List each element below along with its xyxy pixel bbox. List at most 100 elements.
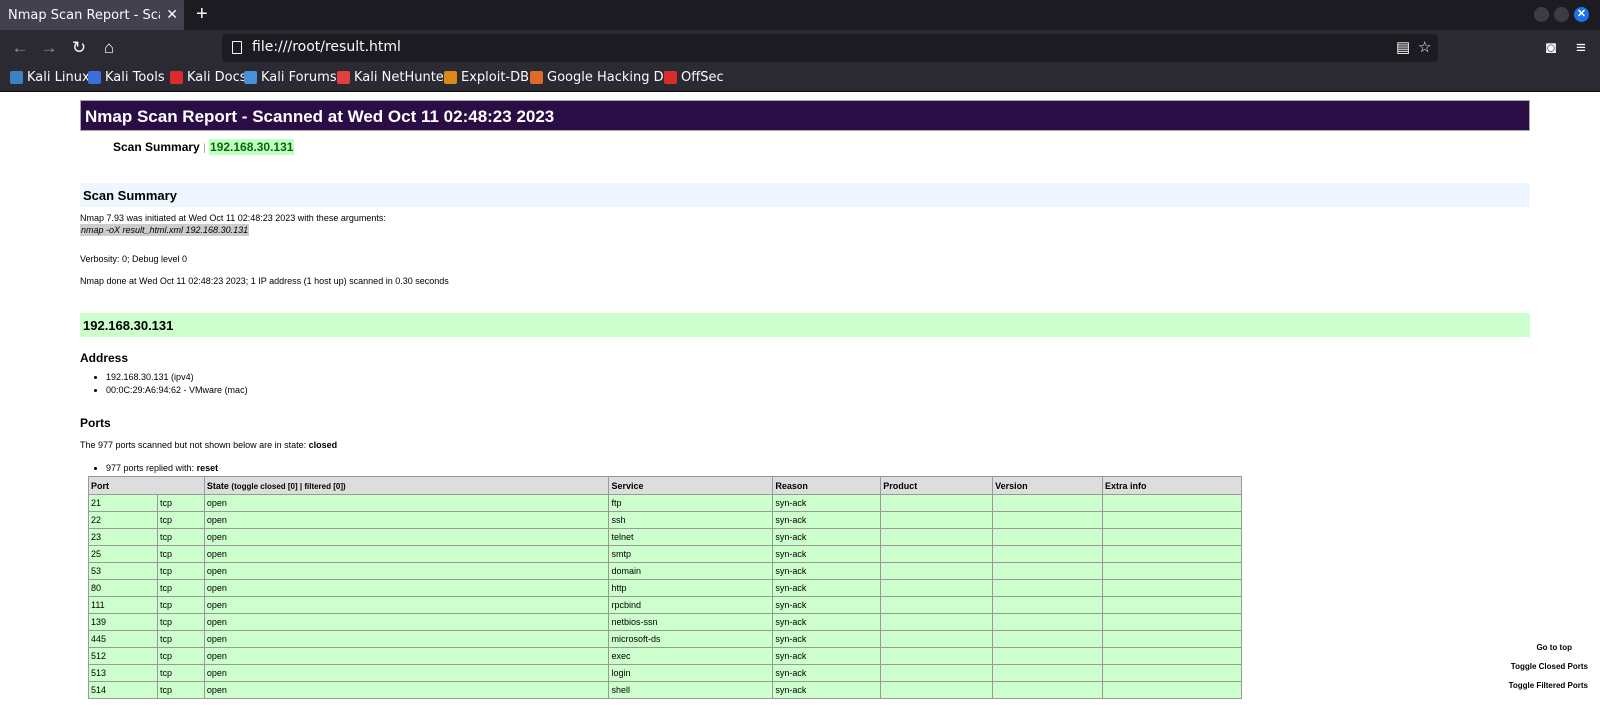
reader-view-icon[interactable]: ▤	[1396, 38, 1410, 58]
toggle-links[interactable]: (toggle closed [0] | filtered [0])	[231, 482, 345, 491]
reason-cell: syn-ack	[772, 511, 882, 529]
table-row: 21 tcp open ftp syn-ack	[88, 494, 1242, 512]
top-menu: Scan Summary | 192.168.30.131	[113, 139, 295, 155]
extra-info-cell	[1102, 528, 1242, 546]
table-row: 513 tcp open login syn-ack	[88, 664, 1242, 682]
bookmark-offsec[interactable]: OffSec	[664, 70, 724, 85]
state-cell: open	[203, 630, 610, 648]
extra-info-cell	[1102, 494, 1242, 512]
new-tab-button[interactable]: +	[196, 3, 208, 25]
state-cell: open	[203, 613, 610, 631]
pocket-icon[interactable]: ◙	[1540, 37, 1562, 59]
table-row: 512 tcp open exec syn-ack	[88, 647, 1242, 665]
bookmark-star-icon[interactable]: ☆	[1418, 38, 1431, 58]
toggle-filtered-ports-link[interactable]: Toggle Filtered Ports	[1509, 681, 1588, 690]
protocol-cell: tcp	[156, 494, 205, 512]
window-close-button[interactable]: ✕	[1574, 7, 1589, 22]
service-cell: http	[608, 579, 774, 597]
version-cell	[992, 494, 1104, 512]
reason-cell: syn-ack	[772, 579, 882, 597]
forward-button[interactable]: →	[38, 37, 60, 59]
service-cell: smtp	[608, 545, 774, 563]
bookmark-exploit-db[interactable]: Exploit-DB	[444, 70, 529, 85]
reason-cell: syn-ack	[772, 494, 882, 512]
reason-cell: syn-ack	[772, 647, 882, 665]
bookmark-label: OffSec	[681, 70, 724, 85]
col-state-label: State	[206, 480, 229, 491]
ports-closed-label: The 977 ports scanned but not shown belo…	[80, 440, 309, 450]
close-tab-icon[interactable]: ✕	[166, 5, 178, 23]
home-button[interactable]: ⌂	[98, 37, 120, 59]
version-cell	[992, 528, 1104, 546]
product-cell	[880, 613, 994, 631]
address-item: 192.168.30.131 (ipv4)	[106, 371, 248, 384]
maximize-button[interactable]	[1554, 7, 1569, 22]
reload-button[interactable]: ↻	[68, 37, 90, 59]
reason-cell: syn-ack	[772, 681, 882, 699]
summary-initiated-text: Nmap 7.93 was initiated at Wed Oct 11 02…	[80, 213, 386, 223]
ports-closed-text: The 977 ports scanned but not shown belo…	[80, 440, 337, 450]
reason-cell: syn-ack	[772, 664, 882, 682]
state-cell: open	[203, 664, 610, 682]
menu-host-link[interactable]: 192.168.30.131	[209, 139, 295, 155]
port-cell: 111	[88, 596, 158, 614]
done-text: Nmap done at Wed Oct 11 02:48:23 2023; 1…	[80, 276, 449, 286]
product-cell	[880, 511, 994, 529]
protocol-cell: tcp	[156, 596, 205, 614]
table-row: 111 tcp open rpcbind syn-ack	[88, 596, 1242, 614]
browser-tab[interactable]: Nmap Scan Report - Scanned at Wed Oct 11…	[0, 0, 184, 30]
col-reason: Reason	[772, 476, 882, 495]
extra-info-cell	[1102, 511, 1242, 529]
version-cell	[992, 545, 1104, 563]
bookmark-kali-tools[interactable]: Kali Tools	[88, 70, 165, 85]
bookmark-kali-nethunter[interactable]: Kali NetHunter	[337, 70, 449, 85]
service-cell: microsoft-ds	[608, 630, 774, 648]
table-row: 445 tcp open microsoft-ds syn-ack	[88, 630, 1242, 648]
url-bar[interactable]: file:///root/result.html ▤ ☆	[222, 34, 1438, 62]
toggle-closed-ports-link[interactable]: Toggle Closed Ports	[1511, 662, 1588, 671]
reason-cell: syn-ack	[772, 528, 882, 546]
state-cell: open	[203, 511, 610, 529]
page-content: Nmap Scan Report - Scanned at Wed Oct 11…	[0, 92, 1600, 705]
bookmark-kali-forums[interactable]: Kali Forums	[244, 70, 337, 85]
port-cell: 21	[88, 494, 158, 512]
replied-reason: reset	[196, 463, 219, 473]
bookmark-kali-linux[interactable]: Kali Linux	[10, 70, 90, 85]
table-row: 514 tcp open shell syn-ack	[88, 681, 1242, 699]
go-to-top-link[interactable]: Go to top	[1536, 643, 1572, 652]
version-cell	[992, 579, 1104, 597]
extra-info-cell	[1102, 545, 1242, 563]
summary-arguments: nmap -oX result_html.xml 192.168.30.131	[80, 224, 250, 236]
col-state: State (toggle closed [0] | filtered [0])	[203, 476, 610, 495]
extra-info-cell	[1102, 596, 1242, 614]
product-cell	[880, 647, 994, 665]
state-cell: open	[203, 545, 610, 563]
reason-cell: syn-ack	[772, 630, 882, 648]
bookmark-label: Kali NetHunter	[354, 70, 450, 85]
state-cell: open	[203, 596, 610, 614]
tab-bar: Nmap Scan Report - Scanned at Wed Oct 11…	[0, 0, 1600, 30]
kali-docs-icon	[170, 71, 183, 84]
menu-icon[interactable]: ≡	[1570, 37, 1592, 59]
bookmark-label: Kali Forums	[261, 70, 337, 85]
ports-table: Port State (toggle closed [0] | filtered…	[88, 476, 1242, 699]
bookmark-google-hacking-db[interactable]: Google Hacking DB	[530, 70, 673, 85]
extra-info-cell	[1102, 647, 1242, 665]
back-button[interactable]: ←	[9, 37, 31, 59]
url-text[interactable]: file:///root/result.html	[252, 39, 401, 55]
menu-scan-summary-link[interactable]: Scan Summary	[113, 140, 200, 154]
version-cell	[992, 681, 1104, 699]
service-cell: netbios-ssn	[608, 613, 774, 631]
version-cell	[992, 613, 1104, 631]
port-cell: 514	[88, 681, 158, 699]
service-cell: ftp	[608, 494, 774, 512]
minimize-button[interactable]	[1534, 7, 1549, 22]
bookmark-kali-docs[interactable]: Kali Docs	[170, 70, 247, 85]
product-cell	[880, 545, 994, 563]
protocol-cell: tcp	[156, 613, 205, 631]
kali-dragon-icon	[10, 71, 23, 84]
address-heading: Address	[80, 351, 129, 365]
port-cell: 25	[88, 545, 158, 563]
col-extra-info: Extra info	[1102, 476, 1242, 495]
bookmark-label: Google Hacking DB	[547, 70, 673, 85]
